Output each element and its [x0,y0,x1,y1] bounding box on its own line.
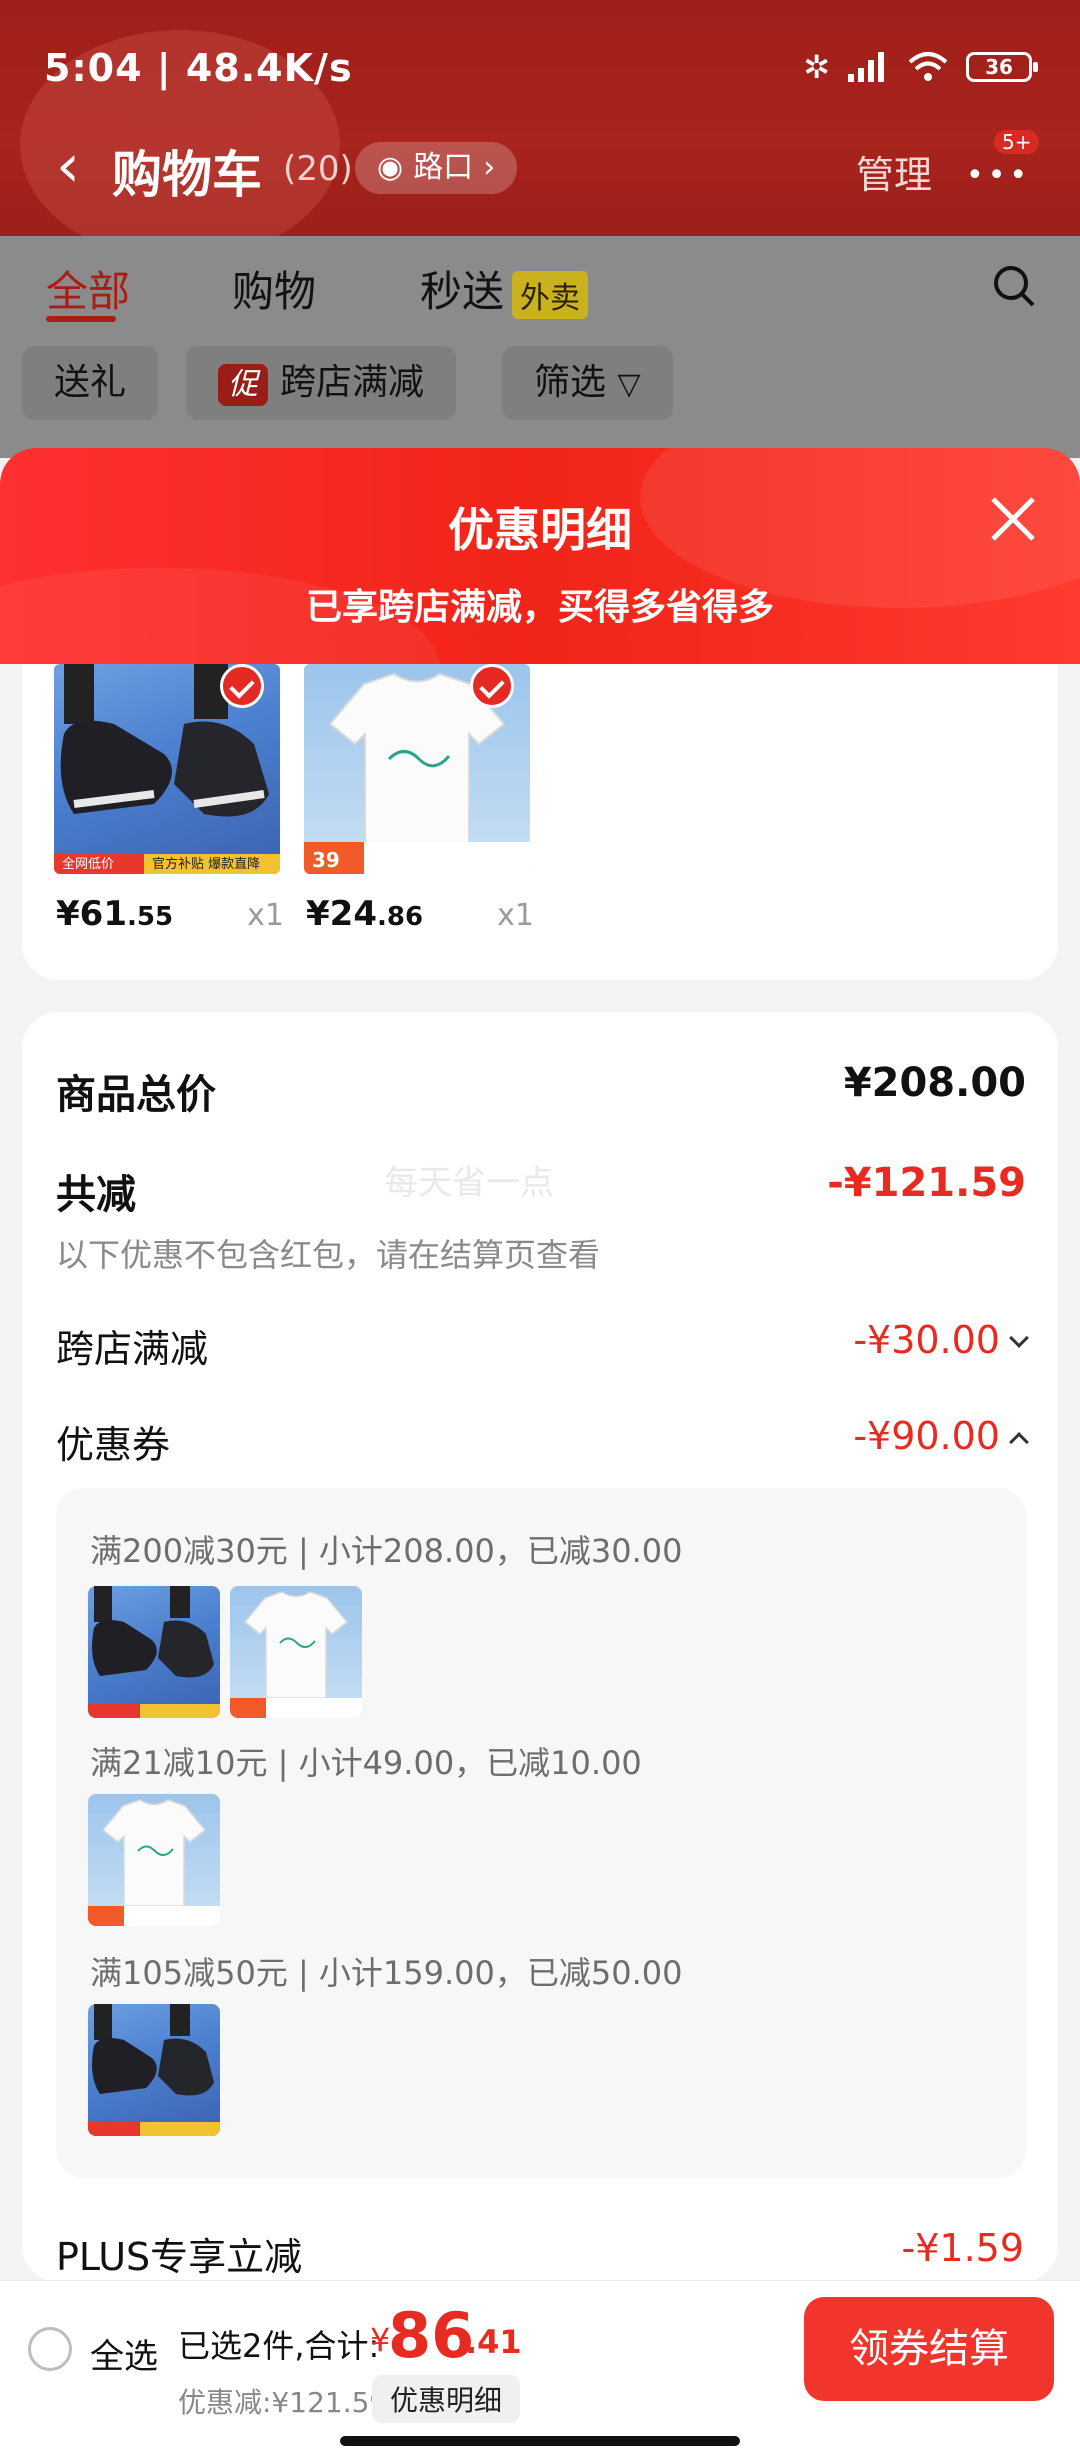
plus-discount-value: -¥1.59 [901,2226,1025,2270]
coupon-item-thumbnail [88,1586,220,1718]
chip-gift[interactable]: 送礼 [22,346,159,420]
select-all-label[interactable]: 全选 [90,2329,158,2378]
watermark-text: 每天省一点 [384,1163,554,1203]
product-image-shoes: 全网低价 官方补贴 爆款直降 [54,664,280,874]
close-icon[interactable] [988,494,1038,544]
shoe-badge-right: 官方补贴 爆款直降 [152,856,260,872]
location-label: 路口 [413,150,474,185]
coupon-label: 优惠券 [56,1423,171,1467]
coupon-row[interactable]: -¥90.00 [853,1414,1029,1458]
discount-amount: 优惠减:¥121.59 [178,2386,388,2419]
cross-store-row[interactable]: -¥30.00 [853,1318,1029,1362]
location-pill[interactable]: ◉ 路口 › [355,142,518,194]
cross-store-value: -¥30.00 [853,1318,1000,1362]
product-qty: x1 [497,898,534,933]
tshirt-badge-price: 39 [312,848,340,872]
selected-summary: 已选2件,合计: [178,2327,380,2365]
chip-cross-store-label: 跨店满减 [280,362,425,403]
goods-total-value: ¥208.00 [843,1060,1026,1106]
checked-icon[interactable] [470,664,514,708]
shoe-badge-left: 全网低价 [62,856,114,872]
coupon-rule: 满21减10元 | 小计49.00，已减10.00 [90,1744,642,1782]
signal-icon [848,52,884,82]
manage-button[interactable]: 管理 [856,144,932,199]
cart-count: (20) [283,149,353,189]
selected-products-card: 全网低价 官方补贴 爆款直降 ¥61.55 x1 39 ¥24.86 x1 [22,664,1058,980]
tabs-area: 全部 购物 秒送 外卖 送礼 促跨店满减 筛选 ▽ [0,236,1080,458]
product-price: ¥61.55 [56,894,174,934]
chip-filter-label: 筛选 [534,362,607,403]
checked-icon[interactable] [220,664,264,708]
total-reduce-label: 共减 [56,1172,136,1218]
more-icon[interactable]: ••• [966,158,1031,193]
tab-underline [46,316,116,322]
battery-icon: 36 [966,52,1038,82]
page-title: 购物车 [112,146,262,204]
chevron-up-icon [1009,1431,1029,1452]
total-amount-dec: .41 [465,2323,522,2361]
cross-store-label: 跨店满减 [56,1327,209,1371]
product-qty: x1 [247,898,284,933]
product-item[interactable]: 全网低价 官方补贴 爆款直降 ¥61.55 x1 [54,664,284,934]
tab-instant-label: 秒送 [420,267,505,316]
chevron-down-icon [1009,1327,1029,1348]
tab-shopping[interactable]: 购物 [232,258,316,319]
coupon-rule: 满105减50元 | 小计159.00，已减50.00 [90,1954,683,1992]
chip-filter[interactable]: 筛选 ▽ [502,346,673,420]
discount-detail-button[interactable]: 优惠明细 [372,2375,521,2423]
coupon-details: 满200减30元 | 小计208.00，已减30.00 满21减10元 | 小计… [56,1488,1026,2178]
takeout-tag: 外卖 [512,270,589,319]
select-all-radio[interactable] [28,2327,72,2371]
tab-all[interactable]: 全部 [46,258,130,319]
eye-icon: ◉ [377,150,404,185]
sheet-title: 优惠明细 [448,503,632,557]
reduce-note: 以下优惠不包含红包，请在结算页查看 [56,1236,601,1274]
product-item[interactable]: 39 ¥24.86 x1 [304,664,534,934]
bluetooth-icon: ✲ [803,48,830,86]
wifi-icon [908,52,948,81]
total-reduce-value: -¥121.59 [827,1160,1026,1206]
status-time: 5:04 | 48.4K/s [44,46,353,90]
coupon-item-thumbnail [230,1586,362,1718]
goods-total-label: 商品总价 [56,1072,216,1118]
coupon-item-thumbnail [88,1794,220,1926]
total-amount-int: 86 [388,2299,475,2372]
back-icon[interactable]: ‹ [56,136,80,196]
chip-cross-store[interactable]: 促跨店满减 [186,346,457,420]
search-icon[interactable] [992,264,1036,308]
checkout-bar: 全选 已选2件,合计: ¥ 86 .41 优惠减:¥121.59 优惠明细 领券… [0,2280,1080,2460]
plus-discount-label: PLUS专享立减 [56,2235,303,2279]
coupon-value: -¥90.00 [853,1414,1000,1458]
sheet-subtitle: 已享跨店满减，买得多省得多 [305,587,774,628]
status-bar: 5:04 | 48.4K/s ✲ 36 [0,0,1080,130]
coupon-rule: 满200减30元 | 小计208.00，已减30.00 [90,1532,683,1570]
product-price: ¥24.86 [306,894,424,934]
more-badge: 5+ [994,130,1040,154]
filter-icon: ▽ [617,367,641,402]
coupon-item-thumbnail [88,2004,220,2136]
status-icons: ✲ 36 [803,48,1038,86]
chevron-right-icon: › [483,150,496,185]
discount-sheet-header: 优惠明细 已享跨店满减，买得多省得多 [0,448,1080,664]
tab-instant-delivery[interactable]: 秒送 外卖 [420,258,589,319]
checkout-button[interactable]: 领券结算 [804,2297,1054,2401]
home-indicator [340,2436,740,2446]
product-image-tshirt: 39 [304,664,530,874]
promo-tag: 促 [218,364,268,406]
